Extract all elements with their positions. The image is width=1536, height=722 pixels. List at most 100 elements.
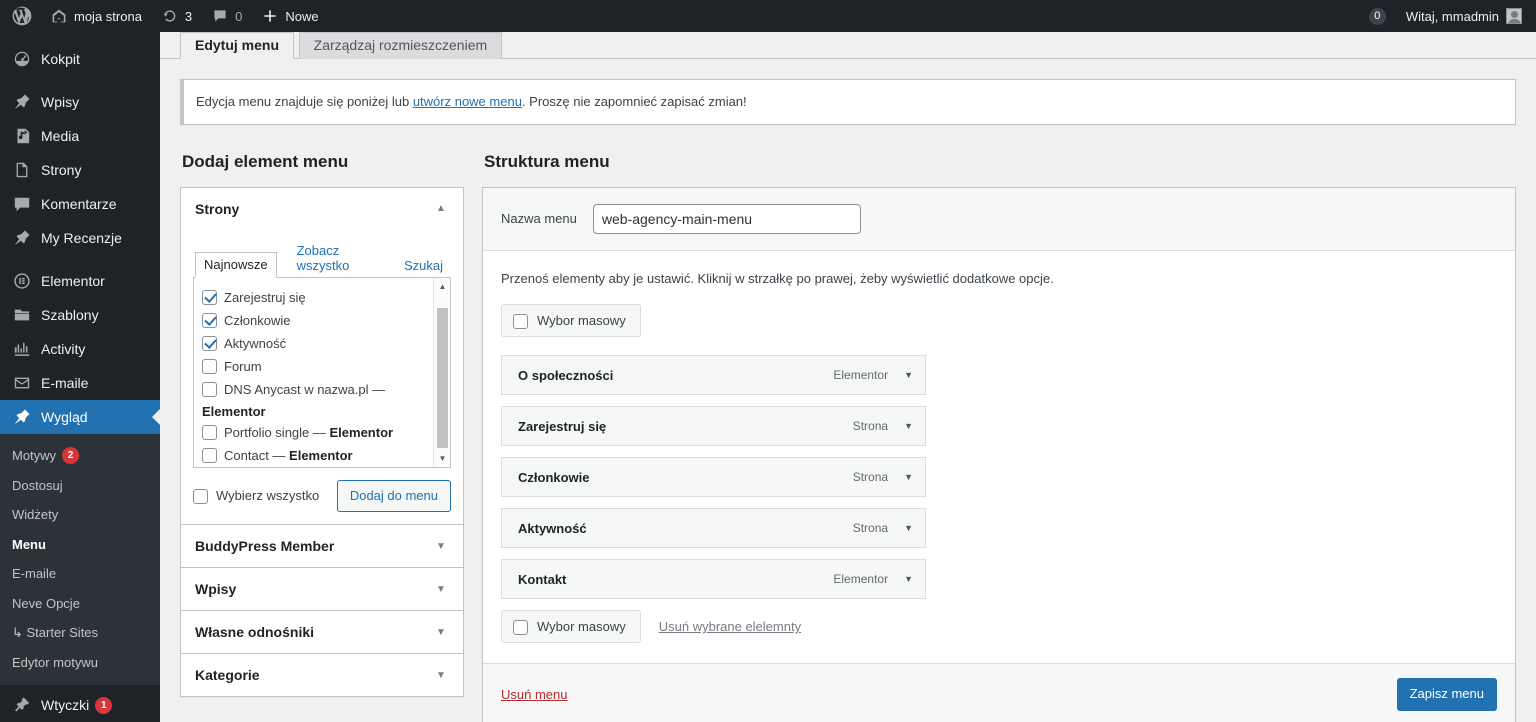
pages-list-scrollbar[interactable]: ▲ ▼ bbox=[433, 278, 450, 467]
updates-button[interactable]: 3 bbox=[152, 0, 202, 32]
account-menu[interactable]: Witaj, mmadmin bbox=[1396, 0, 1536, 32]
chevron-down-icon[interactable]: ▼ bbox=[904, 370, 913, 380]
list-item[interactable]: Zarejestruj się bbox=[202, 286, 444, 309]
menu-item-meta: Strona ▼ bbox=[853, 470, 913, 484]
notifications-count: 0 bbox=[1369, 8, 1386, 25]
checkbox-czlonkowie[interactable] bbox=[202, 313, 217, 328]
menu-columns: Dodaj element menu Strony ▲ Najnowsze Zo… bbox=[160, 151, 1536, 722]
delete-menu-link[interactable]: Usuń menu bbox=[501, 687, 567, 702]
sidebar-subitem-starter-sites[interactable]: ↳ Starter Sites bbox=[0, 618, 160, 648]
menu-item-row[interactable]: Aktywność Strona ▼ bbox=[501, 508, 926, 548]
sidebar-subitem-e-maile[interactable]: E-maile bbox=[0, 559, 160, 589]
tab-zarzadzaj-rozmieszczeniem[interactable]: Zarządzaj rozmieszczeniem bbox=[299, 32, 503, 59]
pages-tab-szukaj[interactable]: Szukaj bbox=[396, 254, 451, 278]
accordion-strony-title: Strony bbox=[195, 201, 239, 217]
comment-icon bbox=[12, 194, 32, 214]
list-item-partial[interactable] bbox=[202, 467, 444, 468]
bulk-select-bottom[interactable]: Wybor masowy bbox=[501, 610, 641, 643]
sidebar-subitem-neve-opcje[interactable]: Neve Opcje bbox=[0, 589, 160, 619]
accordion-title: Własne odnośniki bbox=[195, 624, 314, 640]
sidebar-item-my-recenzje[interactable]: My Recenzje bbox=[0, 221, 160, 255]
sidebar-item-strony[interactable]: Strony bbox=[0, 153, 160, 187]
bulk-select-top[interactable]: Wybor masowy bbox=[501, 304, 641, 337]
sidebar-item-wyglad[interactable]: Wygląd bbox=[0, 400, 160, 434]
sidebar-item-label: E-maile bbox=[41, 375, 88, 391]
comment-bubble-icon bbox=[212, 8, 228, 24]
add-to-menu-button[interactable]: Dodaj do menu bbox=[337, 480, 451, 513]
checkbox-select-all[interactable] bbox=[193, 489, 208, 504]
checkbox-forum[interactable] bbox=[202, 359, 217, 374]
accordion-wlasne-odnosniki: Własne odnośniki ▼ bbox=[180, 611, 464, 654]
list-item[interactable]: Contact — Elementor bbox=[202, 444, 444, 467]
pages-tab-najnowsze[interactable]: Najnowsze bbox=[195, 252, 277, 278]
menu-item-row[interactable]: Członkowie Strona ▼ bbox=[501, 457, 926, 497]
wordpress-logo-button[interactable] bbox=[0, 0, 41, 32]
sidebar-subitem-menu[interactable]: Menu bbox=[0, 530, 160, 560]
menu-name-input[interactable] bbox=[593, 204, 861, 234]
pages-tab-zobacz-wszystko[interactable]: Zobacz wszystko bbox=[289, 239, 384, 278]
scroll-down-icon[interactable]: ▼ bbox=[434, 450, 451, 467]
chevron-down-icon[interactable]: ▼ bbox=[904, 574, 913, 584]
list-item[interactable]: DNS Anycast w nazwa.pl — bbox=[202, 378, 444, 401]
list-item[interactable]: Forum bbox=[202, 355, 444, 378]
accordion-strony-header[interactable]: Strony ▲ bbox=[181, 188, 463, 230]
create-new-menu-link[interactable]: utwórz nowe menu bbox=[413, 94, 522, 109]
menu-item-row[interactable]: O społeczności Elementor ▼ bbox=[501, 355, 926, 395]
bulk-select-label: Wybor masowy bbox=[537, 313, 626, 328]
menu-item-type: Elementor bbox=[833, 572, 888, 586]
list-item[interactable]: Portfolio single — Elementor bbox=[202, 421, 444, 444]
tab-edytuj-menu[interactable]: Edytuj menu bbox=[180, 32, 294, 59]
checkbox-bulk-select-top[interactable] bbox=[513, 314, 528, 329]
remove-selected-link[interactable]: Usuń wybrane elelemnty bbox=[659, 619, 801, 634]
add-menu-item-title: Dodaj element menu bbox=[182, 151, 464, 173]
sidebar-item-activity[interactable]: Activity bbox=[0, 332, 160, 366]
chevron-down-icon[interactable]: ▼ bbox=[904, 523, 913, 533]
sidebar-item-elementor[interactable]: Elementor bbox=[0, 264, 160, 298]
chevron-down-icon[interactable]: ▼ bbox=[904, 472, 913, 482]
menu-item-row[interactable]: Kontakt Elementor ▼ bbox=[501, 559, 926, 599]
sidebar-item-e-maile[interactable]: E-maile bbox=[0, 366, 160, 400]
accordion-wlasne-odnosniki-header[interactable]: Własne odnośniki ▼ bbox=[181, 611, 463, 653]
sidebar-item-kokpit[interactable]: Kokpit bbox=[0, 42, 160, 76]
list-item[interactable]: Członkowie bbox=[202, 309, 444, 332]
accordion-wpisy-header[interactable]: Wpisy ▼ bbox=[181, 568, 463, 610]
sidebar-item-wtyczki[interactable]: Wtyczki 1 bbox=[0, 688, 160, 722]
scrollbar-thumb[interactable] bbox=[437, 308, 448, 448]
notifications-button[interactable]: 0 bbox=[1359, 0, 1396, 32]
menu-item-type: Strona bbox=[853, 470, 888, 484]
sidebar-subitem-widzety[interactable]: Widżety bbox=[0, 500, 160, 530]
select-all-wrapper[interactable]: Wybierz wszystko bbox=[193, 487, 319, 504]
dashboard-icon bbox=[12, 49, 32, 69]
checkbox-zarejestruj-sie[interactable] bbox=[202, 290, 217, 305]
sidebar-separator bbox=[0, 255, 160, 264]
sidebar-subitem-dostosuj[interactable]: Dostosuj bbox=[0, 471, 160, 501]
site-name-menu[interactable]: moja strona bbox=[41, 0, 152, 32]
greeting-label: Witaj, mmadmin bbox=[1406, 9, 1499, 24]
menu-item-row[interactable]: Zarejestruj się Strona ▼ bbox=[501, 406, 926, 446]
accordion-kategorie-header[interactable]: Kategorie ▼ bbox=[181, 654, 463, 696]
chevron-down-icon[interactable]: ▼ bbox=[904, 421, 913, 431]
sidebar-item-komentarze[interactable]: Komentarze bbox=[0, 187, 160, 221]
chevron-down-icon[interactable]: ▼ bbox=[431, 665, 451, 685]
checkbox-portfolio-single[interactable] bbox=[202, 425, 217, 440]
list-item[interactable]: Aktywność bbox=[202, 332, 444, 355]
sidebar-item-wpisy[interactable]: Wpisy bbox=[0, 85, 160, 119]
comments-button[interactable]: 0 bbox=[202, 0, 252, 32]
chevron-down-icon[interactable]: ▼ bbox=[431, 622, 451, 642]
sidebar-subitem-edytor-motywu[interactable]: Edytor motywu bbox=[0, 648, 160, 678]
checkbox-aktywnosc[interactable] bbox=[202, 336, 217, 351]
chevron-down-icon[interactable]: ▼ bbox=[431, 536, 451, 556]
new-content-button[interactable]: Nowe bbox=[252, 0, 328, 32]
sidebar-item-szablony[interactable]: Szablony bbox=[0, 298, 160, 332]
sidebar-item-label: Elementor bbox=[41, 273, 105, 289]
sidebar-subitem-motywy[interactable]: Motywy2 bbox=[0, 441, 160, 471]
checkbox-contact[interactable] bbox=[202, 448, 217, 463]
save-menu-button[interactable]: Zapisz menu bbox=[1397, 678, 1497, 711]
scroll-up-icon[interactable]: ▲ bbox=[434, 278, 451, 295]
checkbox-bulk-select-bottom[interactable] bbox=[513, 620, 528, 635]
sidebar-item-media[interactable]: Media bbox=[0, 119, 160, 153]
checkbox-dns-anycast[interactable] bbox=[202, 382, 217, 397]
chevron-up-icon[interactable]: ▲ bbox=[431, 199, 451, 219]
chevron-down-icon[interactable]: ▼ bbox=[431, 579, 451, 599]
accordion-buddypress-member-header[interactable]: BuddyPress Member ▼ bbox=[181, 525, 463, 567]
